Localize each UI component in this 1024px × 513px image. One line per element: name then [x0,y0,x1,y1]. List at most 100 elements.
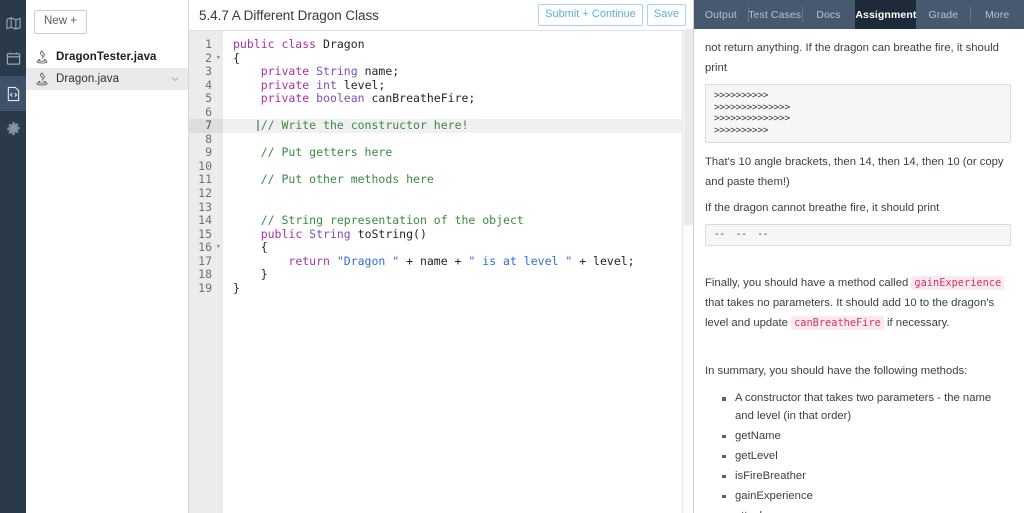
code-token: // Put getters here [260,145,393,160]
submit-continue-button[interactable]: Submit + Continue [538,4,643,26]
code-line[interactable]: } [223,268,693,282]
code-line[interactable] [223,187,693,201]
para4-text-c: if necessary. [887,317,950,329]
code-token: // String representation of the object [260,213,524,228]
method-list: A constructor that takes two parameters … [705,390,1011,513]
line-number: 8 [205,131,212,146]
fold-toggle-icon[interactable]: ▾ [216,53,221,64]
right-panel: Output Test Cases Docs Assignment Grade More … [682,0,1024,513]
editor-header: 5.4.7 A Different Dragon Class Submit + … [189,0,693,31]
line-number: 11 [198,172,212,187]
line-number: 6 [205,104,212,119]
code-token: int [316,77,337,92]
code-line[interactable]: public String toString() [223,226,693,242]
calendar-icon [6,51,21,66]
method-list-item: getLevel [722,448,1011,466]
code-line[interactable] [223,133,693,147]
file-item-dragontester[interactable]: DragonTester.java [26,46,188,68]
code-line[interactable] [223,160,693,174]
para4-text-a: Finally, you should have a method called [705,277,909,289]
line-number: 14 [198,213,212,228]
line-number: 1 [205,37,212,51]
file-list: DragonTester.java Dragon.java [26,46,188,90]
line-number: 15 [198,226,212,241]
code-line[interactable]: // Put other methods here [223,173,693,187]
rail-item-settings[interactable] [0,111,26,146]
summary-heading: In summary, you should have the followin… [705,365,968,377]
code-line[interactable] [223,106,693,120]
method-list-item: getName [722,428,1011,446]
left-icon-rail [0,0,26,513]
code-line[interactable]: // String representation of the object [223,213,693,228]
code-editor-panel: 5.4.7 A Different Dragon Class Submit + … [189,0,694,513]
assignment-scrollbar[interactable] [682,29,693,513]
code-token: public class [233,37,324,51]
code-token: String [316,64,358,79]
assignment-content: not return anything. If the dragon can b… [694,29,1024,513]
code-line[interactable]: // Write the constructor here! [223,119,693,133]
file-item-dragon[interactable]: Dragon.java [26,67,188,90]
gear-icon [6,121,21,136]
code-line[interactable]: { [223,51,693,66]
map-icon [5,16,21,31]
fire-output-block: >>>>>>>>>> >>>>>>>>>>>>>> >>>>>>>>>>>>>>… [705,84,1011,143]
code-line[interactable] [223,201,693,215]
line-number: 16 ▾ [198,240,221,255]
code-token: level; [336,77,386,92]
chevron-down-icon[interactable] [170,74,180,84]
assignment-paragraph-2: That's 10 angle brackets, then 14, then … [705,156,1004,188]
rail-item-code[interactable] [0,76,26,111]
fold-toggle-icon[interactable]: ▾ [216,242,221,253]
line-number: 18 [198,267,212,282]
line-number-gutter: 1 2 ▾ 3 4 5 6 7 8 9 10 11 12 13 14 15 16 ▾ 17 18 19 [189,31,223,513]
code-token: { [233,240,268,255]
code-token: "Dragon " [336,253,400,268]
assignment-title: 5.4.7 A Different Dragon Class [199,7,379,23]
code-line[interactable]: } [223,281,693,296]
code-line[interactable]: private boolean canBreatheFire; [223,91,693,106]
code-token: private [260,64,317,79]
tab-docs[interactable]: Docs [801,0,856,29]
tab-assignment[interactable]: Assignment [855,0,917,29]
file-name: Dragon.java [56,72,120,85]
tab-more[interactable]: More [970,0,1024,29]
tab-grade[interactable]: Grade [916,0,970,29]
rail-item-calendar[interactable] [0,41,26,76]
line-number: 5 [205,91,212,106]
method-list-item: isFireBreather [722,468,1011,486]
new-file-button[interactable]: New + [34,10,87,34]
line-number: 19 [198,280,212,295]
code-line[interactable]: public class Dragon [223,37,693,52]
save-button[interactable]: Save [646,4,686,26]
code-token: " is at level " [468,253,573,268]
scrollbar-thumb[interactable] [684,29,693,225]
code-token: + level; [572,253,635,268]
rail-item-map[interactable] [0,6,26,41]
code-line[interactable]: private String name; [223,64,693,79]
code-token: canBreatheFire; [364,91,476,106]
java-file-icon [35,71,49,86]
code-token: } [233,267,268,282]
line-number: 7 [189,119,223,133]
code-line[interactable]: private int level; [223,77,693,93]
code-token: String [309,226,351,241]
nofire-output-block: -- -- -- [705,224,1011,246]
method-list-item: A constructor that takes two parameters … [722,390,1011,425]
tab-output[interactable]: Output [694,0,748,29]
file-tree-panel: New + DragonTester.java Dragon.java [26,0,189,513]
code-area[interactable]: 1 2 ▾ 3 4 5 6 7 8 9 10 11 12 13 14 15 16 ▾ 17 18 19 public c… [189,31,693,513]
code-line[interactable]: return "Dragon " + name + " is at level … [223,253,693,269]
code-content[interactable]: public class Dragon{ private String name… [223,31,693,513]
assignment-paragraph-3: If the dragon cannot breathe fire, it sh… [705,202,940,214]
tab-test-cases[interactable]: Test Cases [747,0,802,29]
code-token: name; [357,64,400,79]
code-token: + name + [399,253,469,268]
code-line[interactable]: { [223,240,693,255]
code-line[interactable]: // Put getters here [223,146,693,160]
code-token: boolean [316,91,365,106]
